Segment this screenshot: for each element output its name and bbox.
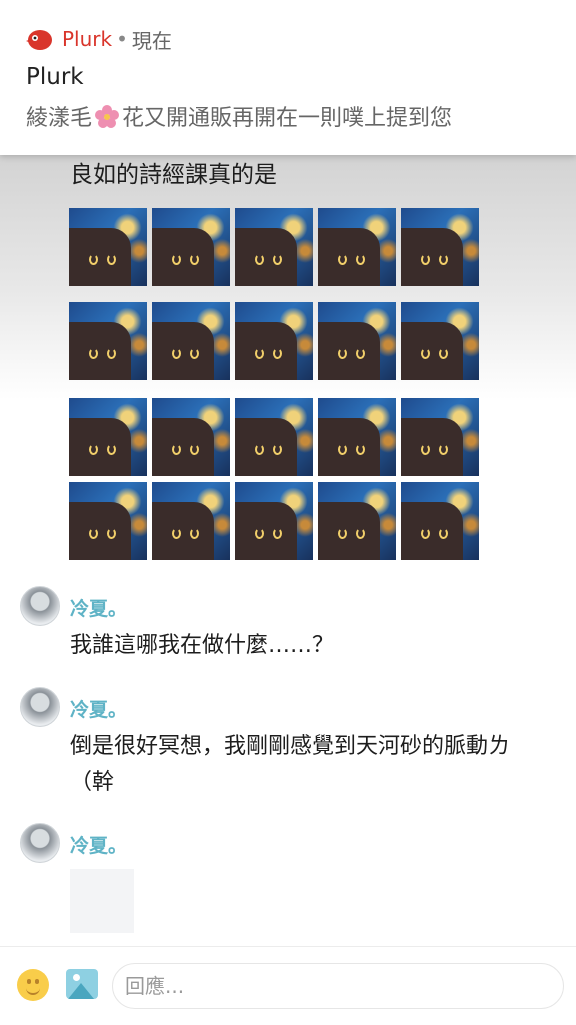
cat-sticker[interactable]: [401, 482, 479, 560]
cat-sticker[interactable]: [401, 208, 479, 286]
cat-sticker[interactable]: [152, 482, 230, 560]
plurk-logo-icon: [26, 30, 52, 50]
notification-body-before: 綾漾毛: [26, 106, 93, 131]
cat-sticker[interactable]: [318, 398, 396, 476]
cat-sticker[interactable]: [235, 208, 313, 286]
cat-sticker[interactable]: [69, 398, 147, 476]
cat-sticker[interactable]: [401, 302, 479, 380]
cat-sticker[interactable]: [235, 398, 313, 476]
image-upload-icon[interactable]: [66, 969, 98, 999]
emoji-icon[interactable]: [17, 969, 49, 1001]
avatar[interactable]: [20, 687, 60, 727]
avatar[interactable]: [20, 586, 60, 626]
cat-sticker[interactable]: [401, 398, 479, 476]
notification-title: Plurk: [26, 64, 84, 90]
comment-image-thumbnail[interactable]: [70, 869, 134, 933]
notification-body: 綾漾毛 花又開通販再開在一則噗上提到您: [26, 100, 452, 132]
reply-bar: [0, 946, 576, 1025]
notification-body-after: 花又開通販再開在一則噗上提到您: [122, 106, 453, 131]
notification-app-name: Plurk: [62, 27, 113, 51]
cat-sticker[interactable]: [69, 482, 147, 560]
cat-sticker[interactable]: [235, 302, 313, 380]
notification-header: Plurk • 現在: [24, 24, 172, 54]
comment-text: 倒是很好冥想，我剛剛感覺到天河砂的脈動ㄌ（幹: [70, 734, 511, 795]
cat-sticker[interactable]: [69, 302, 147, 380]
reply-input[interactable]: [112, 963, 564, 1009]
comment-username[interactable]: 冷夏。: [70, 831, 127, 858]
cat-sticker[interactable]: [318, 302, 396, 380]
comment-text: 我誰這哪我在做什麼……？: [70, 633, 335, 658]
cat-sticker[interactable]: [235, 482, 313, 560]
cat-sticker[interactable]: [318, 208, 396, 286]
cat-sticker[interactable]: [152, 398, 230, 476]
avatar[interactable]: [20, 823, 60, 863]
notification-time: 現在: [131, 28, 172, 53]
cat-sticker[interactable]: [152, 208, 230, 286]
notification-separator: •: [116, 27, 128, 51]
cherry-blossom-icon: [95, 105, 120, 128]
comment-username[interactable]: 冷夏。: [70, 594, 127, 621]
comment-username[interactable]: 冷夏。: [70, 695, 127, 722]
cat-sticker[interactable]: [152, 302, 230, 380]
post-text: 良如的詩經課真的是: [70, 162, 277, 188]
notification-banner[interactable]: Plurk • 現在 Plurk 綾漾毛 花又開通販再開在一則噗上提到您: [0, 0, 576, 155]
cat-sticker[interactable]: [318, 482, 396, 560]
cat-sticker[interactable]: [69, 208, 147, 286]
